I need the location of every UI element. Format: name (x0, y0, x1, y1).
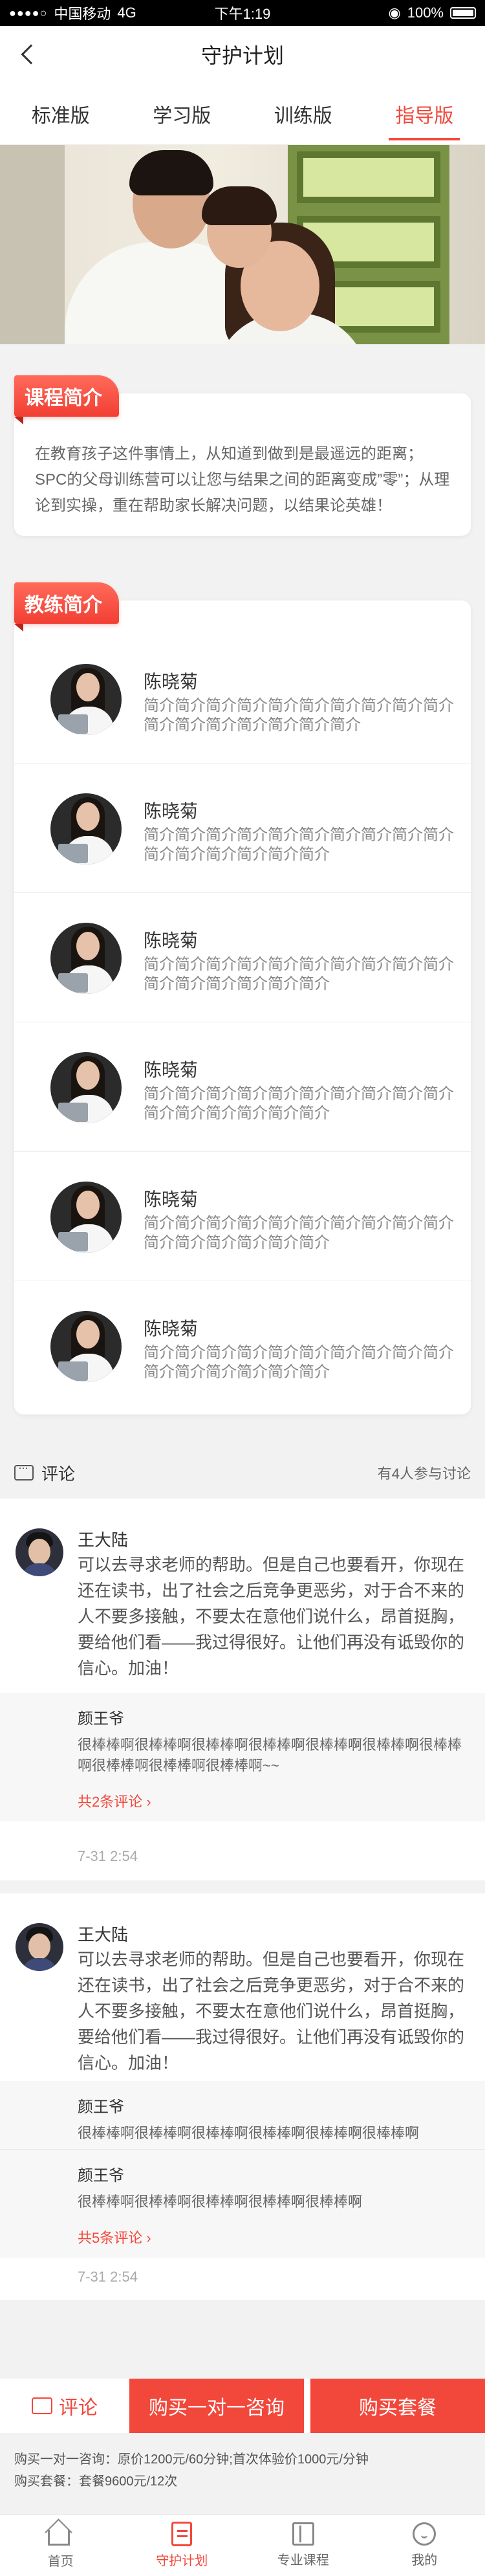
coach-item[interactable]: 陈晓菊 简介简介简介简介简介简介简介简介简介简介简介简介简介简介简介简介简介 (14, 634, 471, 764)
participant-count: 有4人参与讨论 (377, 1466, 471, 1482)
tabbar-courses[interactable]: 专业课程 (242, 2515, 364, 2576)
reply-list: 颜王爷 很棒棒啊很棒棒啊很棒棒啊很棒棒啊很棒棒啊很棒棒啊 颜王爷 很棒棒啊很棒棒… (0, 2081, 485, 2258)
comment-time: 7-31 2:54 (78, 2269, 138, 2285)
clock: 下午1:19 (214, 6, 271, 22)
avatar (50, 1182, 122, 1253)
reply-list: 颜王爷 很棒棒啊很棒棒啊很棒棒啊很棒棒啊很棒棒啊很棒棒啊很棒棒啊很棒棒啊很棒棒啊… (0, 1693, 485, 1822)
tabbar-home[interactable]: 首页 (0, 2515, 122, 2576)
more-replies-link[interactable]: 共2条评论 › (0, 1781, 485, 1822)
coach-name: 陈晓菊 (144, 1319, 199, 1339)
avatar (50, 664, 122, 735)
coach-desc: 简介简介简介简介简介简介简介简介简介简介简介简介简介简介简介简介 (144, 1215, 454, 1251)
comment-time: 7-31 2:54 (78, 1848, 138, 1864)
more-replies-link[interactable]: 共5条评论 › (0, 2218, 485, 2258)
banner-image (0, 145, 485, 344)
avatar[interactable] (16, 1528, 63, 1576)
reply-item[interactable]: 颜王爷 很棒棒啊很棒棒啊很棒棒啊很棒棒啊很棒棒啊很棒棒啊 (0, 2081, 485, 2149)
version-tabs: 标准版 学习版 训练版 指导版 (0, 83, 485, 145)
back-icon[interactable] (13, 39, 44, 70)
coach-name: 陈晓菊 (144, 930, 199, 951)
avatar (50, 923, 122, 994)
coach-item[interactable]: 陈晓菊 简介简介简介简介简介简介简介简介简介简介简介简介简介简介简介简介 (14, 1152, 471, 1281)
tab-guidance[interactable]: 指导版 (364, 83, 485, 144)
comment-icon (32, 2397, 52, 2414)
course-icon (292, 2522, 314, 2546)
home-icon (47, 2530, 70, 2546)
profile-icon (413, 2522, 436, 2546)
comment-icon (14, 1461, 34, 1481)
avatar (50, 793, 122, 864)
reply-text: 很棒棒啊很棒棒啊很棒棒啊很棒棒啊很棒棒啊 (78, 2194, 363, 2210)
coach-desc: 简介简介简介简介简介简介简介简介简介简介简介简介简介简介简介简介 (144, 1344, 454, 1381)
coach-name: 陈晓菊 (144, 672, 199, 692)
comment-author: 王大陆 (78, 1925, 129, 1944)
coach-name: 陈晓菊 (144, 801, 199, 821)
tab-study[interactable]: 学习版 (122, 83, 243, 144)
reply-item[interactable]: 颜王爷 很棒棒啊很棒棒啊很棒棒啊很棒棒啊很棒棒啊很棒棒啊很棒棒啊很棒棒啊很棒棒啊… (0, 1693, 485, 1781)
reply-text: 很棒棒啊很棒棒啊很棒棒啊很棒棒啊很棒棒啊很棒棒啊很棒棒啊很棒棒啊很棒棒啊很棒棒啊… (78, 1737, 462, 1774)
signal-icon: ●●●●○ (9, 6, 48, 19)
buy-consult-button[interactable]: 购买一对一咨询 (129, 2379, 304, 2433)
lock-icon: ◉ (388, 5, 401, 21)
plan-icon (171, 2522, 193, 2546)
avatar (50, 1311, 122, 1382)
coach-list: 陈晓菊 简介简介简介简介简介简介简介简介简介简介简介简介简介简介简介简介简介 陈… (14, 634, 471, 1411)
tab-training[interactable]: 训练版 (242, 83, 364, 144)
coach-desc: 简介简介简介简介简介简介简介简介简介简介简介简介简介简介简介简介 (144, 956, 454, 993)
comment-text: 可以去寻求老师的帮助。但是自己也要看开，你现在还在读书，出了社会之后竞争更恶劣，… (78, 1555, 465, 1678)
nav-bar: 守护计划 (0, 26, 485, 83)
course-intro-text: 在教育孩子这件事情上，从知道到做到是最遥远的距离；SPC的父母训练营可以让您与结… (35, 445, 450, 514)
reply-text: 很棒棒啊很棒棒啊很棒棒啊很棒棒啊很棒棒啊很棒棒啊 (78, 2125, 420, 2141)
course-intro-card: 课程简介 在教育孩子这件事情上，从知道到做到是最遥远的距离；SPC的父母训练营可… (14, 375, 471, 536)
network-type: 4G (117, 5, 136, 21)
reply-item[interactable]: 颜王爷 很棒棒啊很棒棒啊很棒棒啊很棒棒啊很棒棒啊 (0, 2149, 485, 2218)
buy-package-button[interactable]: 购买套餐 (310, 2379, 485, 2433)
coach-item[interactable]: 陈晓菊 简介简介简介简介简介简介简介简介简介简介简介简介简介简介简介简介 (14, 893, 471, 1022)
tab-standard[interactable]: 标准版 (0, 83, 122, 144)
consult-price: 购买一对一咨询：原价1200元/60分钟;首次体验价1000元/分钟 (14, 2452, 369, 2467)
comment-thread: 王大陆 可以去寻求老师的帮助。但是自己也要看开，你现在还在读书，出了社会之后竞争… (0, 1499, 485, 1880)
reply-author: 颜王爷 (78, 2098, 124, 2116)
avatar[interactable] (16, 1923, 63, 1971)
coach-desc: 简介简介简介简介简介简介简介简介简介简介简介简介简介简介简介简介 (144, 826, 454, 863)
coach-name: 陈晓菊 (144, 1060, 199, 1080)
coach-item[interactable]: 陈晓菊 简介简介简介简介简介简介简介简介简介简介简介简介简介简介简介简介 (14, 1022, 471, 1152)
bottom-tab-bar: 首页 守护计划 专业课程 我的 (0, 2514, 485, 2576)
battery-level: 100% (407, 5, 444, 21)
avatar (50, 1052, 122, 1123)
coach-intro-heading: 教练简介 (14, 582, 119, 632)
coach-desc: 简介简介简介简介简介简介简介简介简介简介简介简介简介简介简介简介 (144, 1085, 454, 1122)
price-info: 购买一对一咨询：原价1200元/60分钟;首次体验价1000元/分钟 购买套餐：… (0, 2442, 485, 2499)
coach-name: 陈晓菊 (144, 1189, 199, 1209)
coach-desc: 简介简介简介简介简介简介简介简介简介简介简介简介简介简介简介简介简介 (144, 697, 454, 734)
course-intro-heading: 课程简介 (14, 375, 119, 424)
coach-item[interactable]: 陈晓菊 简介简介简介简介简介简介简介简介简介简介简介简介简介简介简介简介 (14, 1281, 471, 1411)
comment-text: 可以去寻求老师的帮助。但是自己也要看开，你现在还在读书，出了社会之后竞争更恶劣，… (78, 1950, 465, 2073)
carrier: 中国移动 (54, 6, 111, 22)
comment-thread: 王大陆 可以去寻求老师的帮助。但是自己也要看开，你现在还在读书，出了社会之后竞争… (0, 1893, 485, 2300)
coach-item[interactable]: 陈晓菊 简介简介简介简介简介简介简介简介简介简介简介简介简介简介简介简介 (14, 764, 471, 893)
reply-author: 颜王爷 (78, 2167, 124, 2185)
comment-header: 评论 有4人参与讨论 (0, 1447, 485, 1499)
coach-intro-card: 教练简介 陈晓菊 简介简介简介简介简介简介简介简介简介简介简介简介简介简介简介简… (14, 582, 471, 1415)
comment-author: 王大陆 (78, 1530, 129, 1550)
tabbar-plan[interactable]: 守护计划 (122, 2515, 243, 2576)
tabbar-profile[interactable]: 我的 (364, 2515, 485, 2576)
comment-button[interactable]: 评论 (0, 2379, 129, 2433)
package-price: 购买套餐：套餐9600元/12次 (14, 2474, 178, 2489)
action-bar: 评论 购买一对一咨询 购买套餐 (0, 2379, 485, 2433)
comment-section-label: 评论 (41, 1464, 76, 1484)
status-bar: ●●●●○ 中国移动 4G 下午1:19 ◉ 100% (0, 0, 485, 26)
reply-author: 颜王爷 (78, 1710, 124, 1728)
battery-icon (450, 7, 476, 19)
page-title: 守护计划 (200, 44, 284, 67)
